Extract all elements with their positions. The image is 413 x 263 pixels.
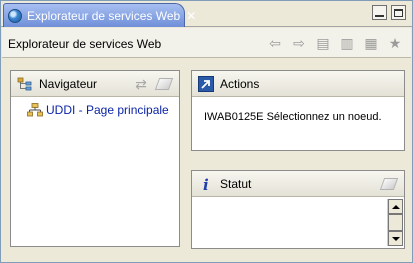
window-controls: [372, 5, 406, 20]
web-services-explorer-window: Explorateur de services Web ✕ Explorateu…: [0, 0, 413, 263]
star-icon[interactable]: ★: [387, 35, 403, 51]
minimize-icon: [375, 14, 384, 17]
document-settings-icon[interactable]: ▥: [339, 35, 355, 51]
tree-item-label: UDDI - Page principale: [46, 103, 169, 117]
navigator-title: Navigateur: [39, 76, 98, 91]
maximize-icon: [394, 8, 403, 17]
toolbar: ⇦ ⇨ ▤ ▥ ▦ ★: [267, 35, 403, 51]
svg-text:i: i: [203, 176, 209, 192]
actions-panel: Actions IWAB0125E Sélectionnez un noeud.: [191, 70, 405, 151]
explorer-header-toolbar: Explorateur de services Web ⇦ ⇨ ▤ ▥ ▦ ★: [2, 28, 411, 58]
actions-title: Actions: [220, 76, 260, 91]
close-icon[interactable]: ✕: [186, 10, 196, 22]
clear-icon[interactable]: [154, 77, 174, 90]
status-scrollbar[interactable]: [387, 199, 403, 246]
import-icon[interactable]: ▦: [363, 35, 379, 51]
status-panel: i Statut: [191, 170, 405, 249]
clear-icon[interactable]: [379, 177, 399, 190]
document-icon[interactable]: ▤: [315, 35, 331, 51]
actions-header: Actions: [192, 71, 404, 97]
sync-icon[interactable]: ⇄: [133, 76, 149, 92]
scroll-down-button[interactable]: [388, 231, 403, 246]
tab-web-services-explorer[interactable]: Explorateur de services Web ✕: [3, 3, 196, 27]
maximize-button[interactable]: [391, 5, 406, 20]
scroll-thumb[interactable]: [388, 214, 403, 231]
info-icon: i: [198, 176, 214, 192]
tab-title: Explorateur de services Web: [27, 8, 181, 23]
page-title: Explorateur de services Web: [8, 37, 162, 51]
actions-icon: [198, 75, 214, 92]
status-title: Statut: [220, 176, 252, 191]
navigator-panel: Navigateur ⇄ UDDI - Page principale: [10, 70, 180, 247]
minimize-button[interactable]: [372, 5, 387, 20]
globe-icon: [8, 8, 22, 23]
editor-tab-strip: Explorateur de services Web ✕: [1, 1, 412, 27]
forward-arrow-icon[interactable]: ⇨: [291, 35, 307, 51]
status-header: i Statut: [192, 171, 404, 197]
back-arrow-icon[interactable]: ⇦: [267, 35, 283, 51]
arrow-down-icon: [391, 236, 400, 241]
actions-message: IWAB0125E Sélectionnez un noeud.: [204, 111, 382, 123]
navigator-header: Navigateur ⇄: [11, 71, 179, 97]
tree-icon: [17, 76, 33, 92]
scroll-up-button[interactable]: [388, 199, 403, 214]
tree-item-uddi-main-page[interactable]: UDDI - Page principale: [27, 103, 179, 117]
registry-icon: [27, 103, 43, 117]
arrow-up-icon: [391, 204, 400, 209]
